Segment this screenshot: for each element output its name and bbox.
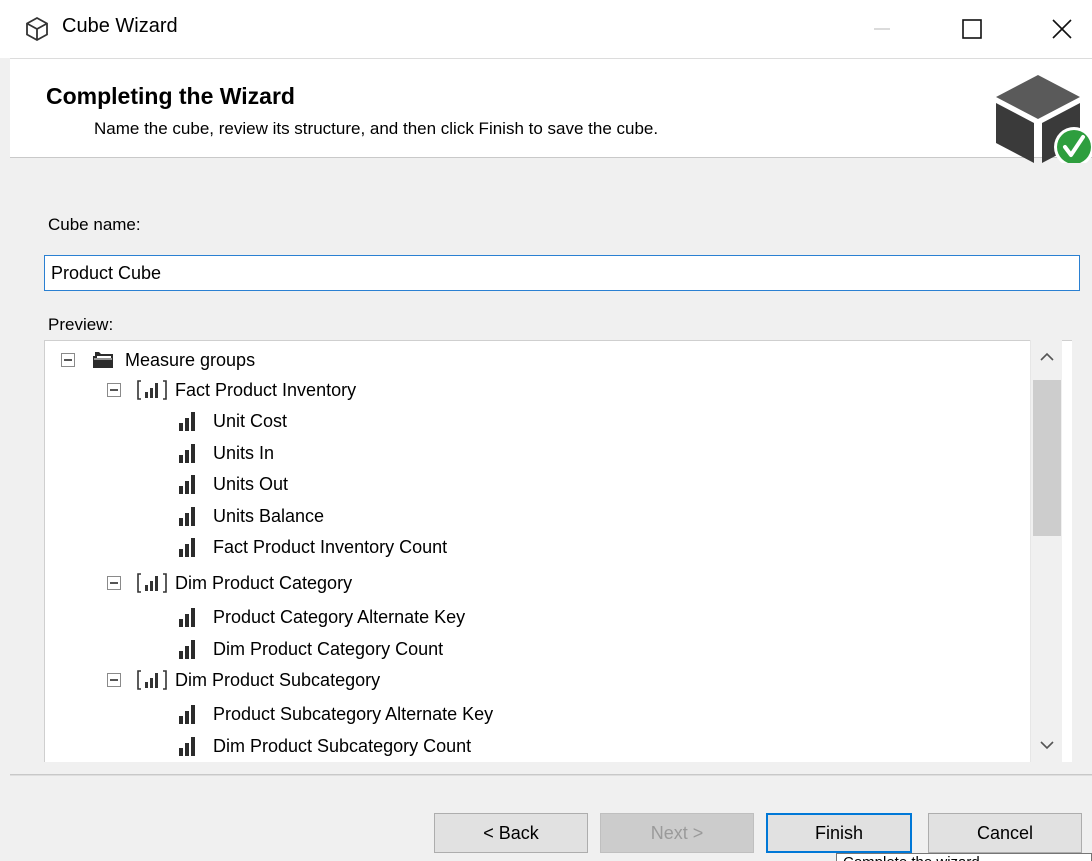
- tree-node-measure-group[interactable]: Dim Product Category: [107, 568, 352, 598]
- tree-node-measure-group[interactable]: Fact Product Inventory: [107, 375, 356, 405]
- tree-node-label: Dim Product Category Count: [213, 638, 444, 659]
- close-button[interactable]: [1026, 0, 1092, 58]
- tree-node-measure[interactable]: Dim Product Subcategory Count: [177, 731, 471, 761]
- scroll-thumb[interactable]: [1033, 380, 1061, 536]
- collapse-icon[interactable]: [107, 576, 121, 590]
- preview-scrollbar[interactable]: [1030, 340, 1062, 762]
- cube-outline-icon: [26, 16, 48, 42]
- title-bar: Cube Wizard: [0, 0, 1092, 58]
- cube-name-label: Cube name:: [48, 215, 141, 234]
- minimize-icon: [874, 28, 890, 30]
- measure-group-icon: [137, 573, 167, 593]
- tree-node-label: Units Balance: [213, 505, 325, 526]
- tree-node-label: Product Category Alternate Key: [213, 606, 466, 627]
- tree-node-measure[interactable]: Product Subcategory Alternate Key: [177, 699, 493, 729]
- collapse-icon[interactable]: [107, 383, 121, 397]
- maximize-icon: [962, 19, 982, 39]
- chevron-down-icon: [1040, 741, 1054, 750]
- measure-group-icon: [137, 670, 167, 690]
- close-icon: [1052, 19, 1072, 39]
- measure-icon: [179, 737, 195, 756]
- tree-node-measure-groups[interactable]: Measure groups: [61, 345, 255, 375]
- measure-icon: [179, 608, 195, 627]
- tree-node-measure[interactable]: Product Category Alternate Key: [177, 602, 465, 632]
- tree-node-label: Product Subcategory Alternate Key: [213, 703, 494, 724]
- tree-node-measure-group[interactable]: Dim Product Subcategory: [107, 665, 380, 695]
- tree-node-measure[interactable]: Unit Cost: [177, 406, 287, 436]
- tree-node-measure[interactable]: Units In: [177, 438, 274, 468]
- measure-icon: [179, 412, 195, 431]
- preview-label: Preview:: [48, 315, 114, 334]
- page-subtitle: Name the cube, review its structure, and…: [94, 119, 659, 138]
- collapse-icon[interactable]: [61, 353, 75, 367]
- preview-tree[interactable]: Measure groups Fact Product Inventory Un…: [44, 340, 1072, 762]
- tree-node-label: Unit Cost: [213, 410, 288, 431]
- cube-checkmark-icon: [996, 75, 1092, 163]
- minimize-button[interactable]: [846, 0, 918, 58]
- tree-node-label: Fact Product Inventory Count: [213, 536, 448, 557]
- scroll-down-button[interactable]: [1031, 728, 1063, 762]
- cancel-button[interactable]: Cancel: [928, 813, 1082, 853]
- measure-icon: [179, 705, 195, 724]
- tree-node-label: Dim Product Subcategory Count: [213, 735, 472, 756]
- tree-node-label: Units Out: [213, 473, 289, 494]
- window-title: Cube Wizard: [62, 15, 178, 37]
- collapse-icon[interactable]: [107, 673, 121, 687]
- tree-node-measure[interactable]: Dim Product Category Count: [177, 634, 443, 664]
- next-button[interactable]: Next >: [600, 813, 754, 853]
- tree-node-label: Units In: [213, 442, 275, 463]
- measure-icon: [179, 640, 195, 659]
- tree-node-measure[interactable]: Units Balance: [177, 501, 324, 531]
- page-title: Completing the Wizard: [46, 83, 295, 109]
- back-button[interactable]: < Back: [434, 813, 588, 853]
- finish-button[interactable]: Finish: [766, 813, 912, 853]
- tree-node-measure[interactable]: Fact Product Inventory Count: [177, 532, 447, 562]
- measure-group-icon: [137, 380, 167, 400]
- measure-icon: [179, 444, 195, 463]
- scroll-up-button[interactable]: [1031, 340, 1063, 374]
- wizard-header: Completing the Wizard Name the cube, rev…: [10, 58, 1092, 163]
- finish-tooltip: Complete the wizard: [836, 853, 1092, 861]
- tree-node-label: Dim Product Category: [175, 572, 353, 593]
- chevron-up-icon: [1040, 352, 1054, 361]
- maximize-button[interactable]: [936, 0, 1008, 58]
- measure-icon: [179, 507, 195, 526]
- tree-node-label: Fact Product Inventory: [175, 379, 357, 400]
- footer-separator: [10, 774, 1092, 776]
- cube-name-input[interactable]: [44, 255, 1080, 291]
- folder-icon: [93, 352, 113, 368]
- tree-node-measure[interactable]: Units Out: [177, 469, 288, 499]
- tree-node-label: Dim Product Subcategory: [175, 669, 381, 690]
- measure-icon: [179, 475, 195, 494]
- tree-node-label: Measure groups: [125, 349, 256, 370]
- measure-icon: [179, 538, 195, 557]
